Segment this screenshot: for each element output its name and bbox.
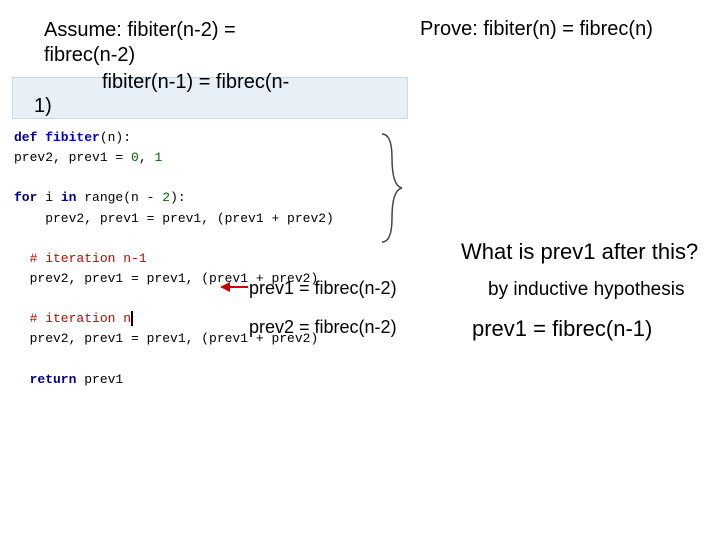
code-line-init: prev2, prev1 = 0, 1 — [14, 148, 334, 168]
prev2-annotation: prev2 = fibrec(n-2) — [249, 317, 397, 338]
slide: Assume: fibiter(n-2) = fibrec(n-2) Prove… — [0, 0, 720, 540]
inductive-hypothesis-text: by inductive hypothesis — [488, 279, 684, 301]
prove-text: Prove: fibiter(n) = fibrec(n) — [420, 18, 653, 41]
assume-line1: Assume: fibiter(n-2) = — [44, 19, 236, 41]
hypothesis-2-part1: fibiter(n-1) = fibrec(n- — [102, 71, 289, 94]
arrow-icon — [220, 282, 250, 300]
code-line-return: return prev1 — [14, 370, 334, 390]
code-line-body: prev2, prev1 = prev1, (prev1 + prev2) — [14, 209, 334, 229]
brace-icon — [378, 128, 408, 248]
code-line-for: for i in range(n - 2): — [14, 188, 334, 208]
assume-line2: fibrec(n-2) — [44, 44, 135, 66]
assume-text: Assume: fibiter(n-2) = fibrec(n-2) — [44, 18, 236, 68]
question-text: What is prev1 after this? — [461, 239, 698, 265]
code-block: def fibiter(n): prev2, prev1 = 0, 1 for … — [14, 128, 334, 390]
code-line-def: def fibiter(n): — [14, 128, 334, 148]
result-text: prev1 = fibrec(n-1) — [472, 316, 652, 342]
hypothesis-2-part2: 1) — [34, 95, 52, 118]
prev1-annotation: prev1 = fibrec(n-2) — [249, 278, 397, 299]
code-comment-n1: # iteration n-1 — [14, 249, 334, 269]
